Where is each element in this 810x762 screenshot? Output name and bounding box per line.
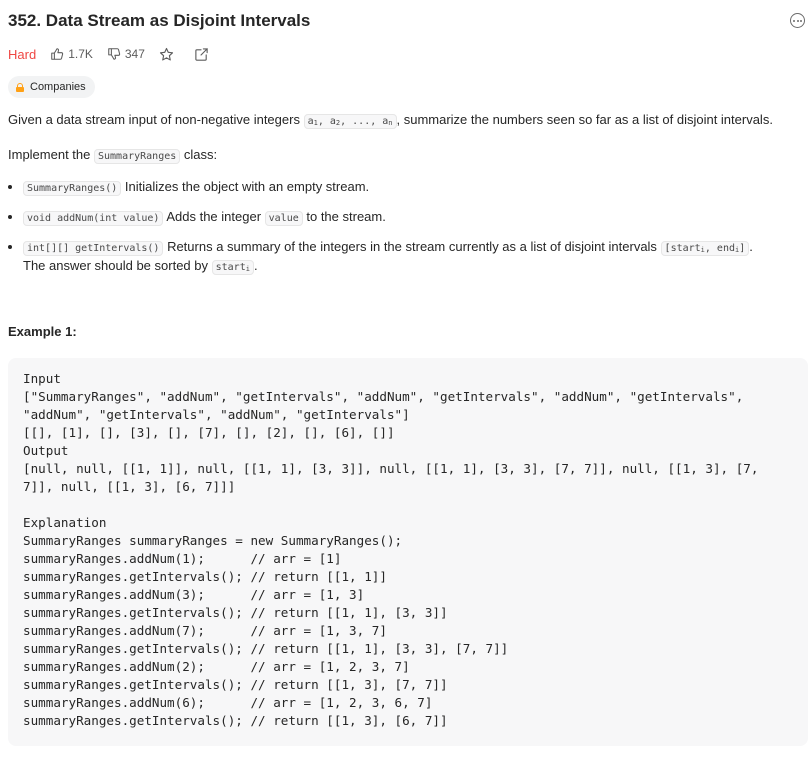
code-line: Input <box>23 371 61 386</box>
thumbs-up-icon <box>51 48 64 60</box>
description-paragraph-2: Implement the SummaryRanges class: <box>8 147 218 164</box>
code-line: summaryRanges.getIntervals(); // return … <box>23 569 387 584</box>
description-paragraph-1: Given a data stream input of non-negativ… <box>8 112 773 129</box>
companies-tag[interactable]: Companies <box>8 76 95 98</box>
like-count: 1.7K <box>68 47 93 61</box>
constructor-code: SummaryRanges() <box>23 181 122 196</box>
list-item: SummaryRanges() Initializes the object w… <box>8 177 369 199</box>
code-line: SummaryRanges summaryRanges = new Summar… <box>23 533 403 548</box>
dislike-count: 347 <box>124 47 145 61</box>
like-button[interactable]: 1.7K <box>50 47 93 61</box>
example-lines: Input ["SummaryRanges", "addNum", "getInt… <box>23 370 758 730</box>
more-icon[interactable] <box>790 13 805 28</box>
addnum-code: void addNum(int value) <box>23 211 164 226</box>
code-line: Output <box>23 443 69 458</box>
companies-label: Companies <box>30 81 86 93</box>
code-line: summaryRanges.addNum(7); // arr = [1, 3,… <box>23 623 387 638</box>
code-line: summaryRanges.getIntervals(); // return … <box>23 605 448 620</box>
problem-meta: Hard 1.7K 347 <box>8 45 229 63</box>
sequence-code: a1, a2, ..., an <box>303 114 397 129</box>
list-item: void addNum(int value) Adds the integer … <box>8 207 386 229</box>
thumbs-down-icon <box>108 48 121 60</box>
share-icon <box>195 47 208 61</box>
value-code: value <box>264 211 303 226</box>
code-line: summaryRanges.addNum(6); // arr = [1, 2,… <box>23 695 433 710</box>
list-item-continuation: The answer should be sorted by starti. <box>23 258 258 275</box>
code-line: summaryRanges.addNum(1); // arr = [1] <box>23 551 342 566</box>
code-line: ["SummaryRanges", "addNum", "getInterval… <box>23 389 744 404</box>
dislike-button[interactable]: 347 <box>107 47 145 61</box>
start-code: starti <box>211 260 254 275</box>
code-line: Explanation <box>23 515 107 530</box>
example-heading: Example 1: <box>8 324 77 339</box>
problem-title: 352. Data Stream as Disjoint Intervals <box>8 11 311 30</box>
example-code-block: Input ["SummaryRanges", "addNum", "getInt… <box>8 358 808 746</box>
star-icon <box>159 47 173 60</box>
interval-code: [starti, endi] <box>660 241 750 256</box>
favorite-button[interactable] <box>159 47 174 62</box>
difficulty-badge: Hard <box>8 46 37 62</box>
code-line: "addNum", "getIntervals", "addNum", "get… <box>23 407 410 422</box>
share-button[interactable] <box>194 47 209 62</box>
code-line: summaryRanges.getIntervals(); // return … <box>23 641 509 656</box>
class-name-code: SummaryRanges <box>94 149 181 164</box>
code-line: summaryRanges.addNum(2); // arr = [1, 2,… <box>23 659 410 674</box>
code-line: summaryRanges.addNum(3); // arr = [1, 3] <box>23 587 365 602</box>
code-line: 7]], null, [[1, 3], [6, 7]]] <box>23 479 236 494</box>
lock-icon <box>16 82 24 92</box>
code-line: [null, null, [[1, 1]], null, [[1, 1], [3… <box>23 461 759 476</box>
code-line: summaryRanges.getIntervals(); // return … <box>23 677 448 692</box>
getintervals-code: int[][] getIntervals() <box>23 241 164 256</box>
code-line: [[], [1], [], [3], [], [7], [], [2], [],… <box>23 425 395 440</box>
code-line: summaryRanges.getIntervals(); // return … <box>23 713 448 728</box>
